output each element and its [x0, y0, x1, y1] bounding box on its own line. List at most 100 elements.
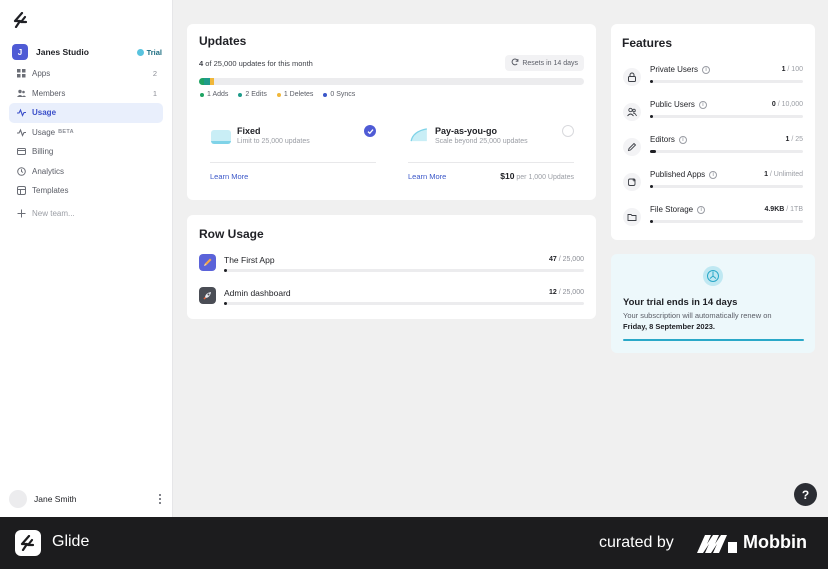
feature-fill — [650, 115, 653, 118]
folder-icon — [623, 208, 641, 226]
row-usage-item[interactable]: The First App 47 / 25,000 — [199, 253, 584, 275]
user-name: Jane Smith — [34, 494, 77, 504]
plan-desc: Scale beyond 25,000 updates — [435, 138, 528, 145]
trial-badge-label: Trial — [146, 47, 162, 57]
row-usage-fill — [224, 302, 227, 305]
team-switcher[interactable]: J Janes Studio Trial — [12, 43, 162, 61]
plan-fixed[interactable]: Fixed Limit to 25,000 updates Learn More — [210, 124, 376, 186]
plan-name: Pay-as-you-go — [435, 126, 498, 136]
plan-price: $10 per 1,000 Updates — [500, 171, 574, 181]
billing-icon — [17, 147, 26, 156]
info-icon[interactable]: i — [698, 100, 707, 109]
help-button[interactable]: ? — [794, 483, 817, 506]
team-avatar: J — [12, 44, 28, 60]
grid-icon — [17, 69, 26, 78]
feature-bar — [650, 220, 803, 223]
refresh-icon — [511, 58, 519, 68]
avatar — [9, 490, 27, 508]
feature-fill — [650, 220, 653, 223]
main-content: Updates 4 of 25,000 updates for this mon… — [173, 0, 828, 517]
trial-description: Your subscription will automatically ren… — [623, 311, 772, 320]
beta-tag: BETA — [58, 129, 74, 136]
user-menu[interactable]: Jane Smith — [9, 489, 164, 509]
sidebar-item-analytics[interactable]: Analytics — [9, 162, 163, 182]
mobbin-logo-icon — [697, 535, 737, 553]
info-icon[interactable]: i — [697, 205, 706, 214]
legend-syncs: 0 Syncs — [323, 91, 355, 98]
trial-badge[interactable]: Trial — [136, 47, 162, 57]
legend-adds: 1 Adds — [200, 91, 228, 98]
feature-published-apps: Published Apps i 1 / Unlimited — [623, 169, 803, 199]
info-icon[interactable]: i — [678, 135, 687, 144]
plan-desc: Limit to 25,000 updates — [237, 138, 310, 145]
updates-card: Updates 4 of 25,000 updates for this mon… — [187, 24, 596, 200]
updates-progress-bar — [199, 78, 584, 85]
row-usage-value: 47 / 25,000 — [548, 256, 584, 263]
updates-used: 4 — [199, 59, 204, 68]
feature-value: 1 / 25 — [785, 136, 803, 143]
check-icon[interactable] — [364, 125, 376, 137]
team-name: Janes Studio — [36, 47, 89, 57]
app-window: J Janes Studio Trial Apps 2 Members 1 Us… — [0, 0, 828, 517]
legend-edits: 2 Edits — [238, 91, 267, 98]
sidebar-item-apps[interactable]: Apps 2 — [9, 64, 163, 84]
divider — [408, 162, 574, 163]
users-icon — [17, 89, 26, 98]
row-usage-card: Row Usage The First App 47 / 25,000 Admi… — [187, 215, 596, 319]
feature-fill — [650, 185, 653, 188]
glide-logo-icon[interactable] — [13, 12, 29, 28]
sidebar-item-label: Templates — [32, 186, 69, 196]
sidebar-item-label: Analytics — [32, 166, 65, 176]
updates-subtitle: of 25,000 updates for this month — [205, 59, 313, 68]
info-icon[interactable]: i — [709, 170, 718, 179]
clock-icon — [17, 166, 26, 176]
sidebar-item-label: Apps — [32, 69, 51, 79]
row-usage-fill — [224, 269, 227, 272]
feature-value: 1 / Unlimited — [764, 171, 803, 178]
learn-more-link[interactable]: Learn More — [210, 172, 248, 181]
resets-badge: Resets in 14 days — [505, 55, 584, 71]
glide-app-icon — [15, 530, 41, 556]
plan-payg-icon — [410, 128, 427, 142]
info-icon[interactable]: i — [702, 65, 711, 74]
feature-name: Public Users i — [650, 100, 707, 109]
sidebar-item-members[interactable]: Members 1 — [9, 84, 163, 104]
feature-value: 0 / 10,000 — [771, 101, 803, 108]
new-team-label: New team... — [32, 208, 75, 218]
footer-curated-by: curated by — [599, 534, 674, 551]
feature-bar — [650, 150, 803, 153]
resets-label: Resets in 14 days — [522, 59, 578, 67]
plan-pay-as-you-go[interactable]: Pay-as-you-go Scale beyond 25,000 update… — [408, 124, 574, 186]
row-usage-item[interactable]: Admin dashboard 12 / 25,000 — [199, 286, 584, 308]
deletes-segment — [210, 78, 214, 85]
trial-badge-icon — [136, 48, 144, 56]
sidebar-item-billing[interactable]: Billing — [9, 142, 163, 162]
pencil-app-icon — [199, 254, 216, 271]
trial-card: Your trial ends in 14 days Your subscrip… — [611, 254, 815, 353]
sidebar-item-usage-beta[interactable]: Usage BETA — [9, 123, 163, 143]
sidebar-item-label: Usage — [32, 127, 56, 137]
learn-more-link[interactable]: Learn More — [408, 172, 446, 181]
pencil-icon — [623, 138, 641, 156]
row-usage-value: 12 / 25,000 — [548, 289, 584, 296]
new-team-button[interactable]: New team... — [9, 204, 163, 224]
footer-app-name: Glide — [52, 533, 90, 550]
plus-icon — [17, 209, 26, 218]
sidebar-item-count: 1 — [152, 88, 157, 98]
kebab-menu-icon[interactable] — [156, 493, 164, 505]
row-usage-title: Row Usage — [199, 227, 264, 241]
sidebar-item-templates[interactable]: Templates — [9, 181, 163, 201]
features-card: Features Private Users i 1 / 100 Public U… — [611, 24, 815, 240]
sidebar-item-usage[interactable]: Usage — [9, 103, 163, 123]
features-title: Features — [622, 36, 673, 50]
radio-button[interactable] — [562, 125, 574, 137]
feature-private-users: Private Users i 1 / 100 — [623, 64, 803, 94]
sidebar-item-label: Usage — [32, 108, 57, 118]
feature-bar — [650, 80, 803, 83]
footer-brand: Mobbin — [743, 532, 807, 552]
sidebar-item-label: Billing — [32, 147, 54, 157]
feature-name: Private Users i — [650, 65, 711, 74]
updates-title: Updates — [199, 34, 247, 48]
row-usage-name: Admin dashboard — [224, 288, 291, 298]
plan-name: Fixed — [237, 126, 261, 136]
